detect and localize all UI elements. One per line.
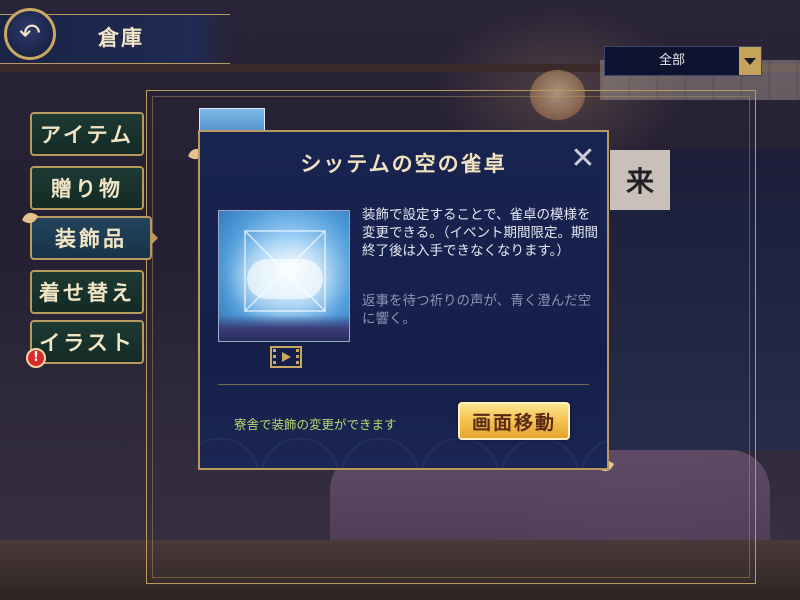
- back-arrow-icon: ↶: [19, 19, 41, 49]
- chevron-down-icon[interactable]: [739, 47, 761, 75]
- item-preview-image: [218, 210, 350, 342]
- tab-gifts[interactable]: 贈り物: [30, 166, 144, 210]
- tab-gifts-label: 贈り物: [51, 177, 123, 201]
- item-flavor-text: 返事を待つ祈りの声が、青く澄んだ空に響く。: [362, 293, 592, 327]
- page-title: 倉庫: [98, 26, 144, 50]
- tab-illustrations[interactable]: イラスト: [30, 320, 144, 364]
- goto-screen-button-label: 画面移動: [471, 411, 556, 434]
- back-button[interactable]: ↶: [4, 8, 56, 60]
- tab-items[interactable]: アイテム: [30, 112, 144, 156]
- close-icon[interactable]: ✕: [568, 144, 598, 174]
- filter-dropdown[interactable]: 全部: [604, 46, 762, 76]
- goto-screen-button[interactable]: 画面移動: [458, 402, 570, 440]
- tab-items-label: アイテム: [40, 123, 134, 147]
- tab-decorations[interactable]: 装飾品: [30, 216, 152, 260]
- active-tab-pointer-icon: [150, 230, 158, 246]
- modal-title: シッテムの空の雀卓: [300, 152, 507, 176]
- tab-outfits-label: 着せ替え: [39, 281, 135, 305]
- modal-divider: [218, 384, 589, 385]
- alert-badge-icon: !: [26, 348, 46, 368]
- item-detail-modal: シッテムの空の雀卓 ✕ 装飾で設定することで、雀卓の模様を変更できる。（イベント…: [198, 130, 609, 470]
- filter-selected-value: 全部: [658, 53, 685, 68]
- tab-decorations-label: 装飾品: [55, 227, 127, 251]
- film-icon[interactable]: [270, 346, 302, 368]
- preview-outline: [244, 230, 326, 312]
- tab-outfits[interactable]: 着せ替え: [30, 270, 144, 314]
- usage-note: 寮舎で装飾の変更ができます: [234, 417, 397, 432]
- tab-illustrations-label: イラスト: [39, 331, 135, 355]
- item-description: 装飾で設定することで、雀卓の模様を変更できる。（イベント期間限定。期間終了後は入…: [362, 207, 598, 259]
